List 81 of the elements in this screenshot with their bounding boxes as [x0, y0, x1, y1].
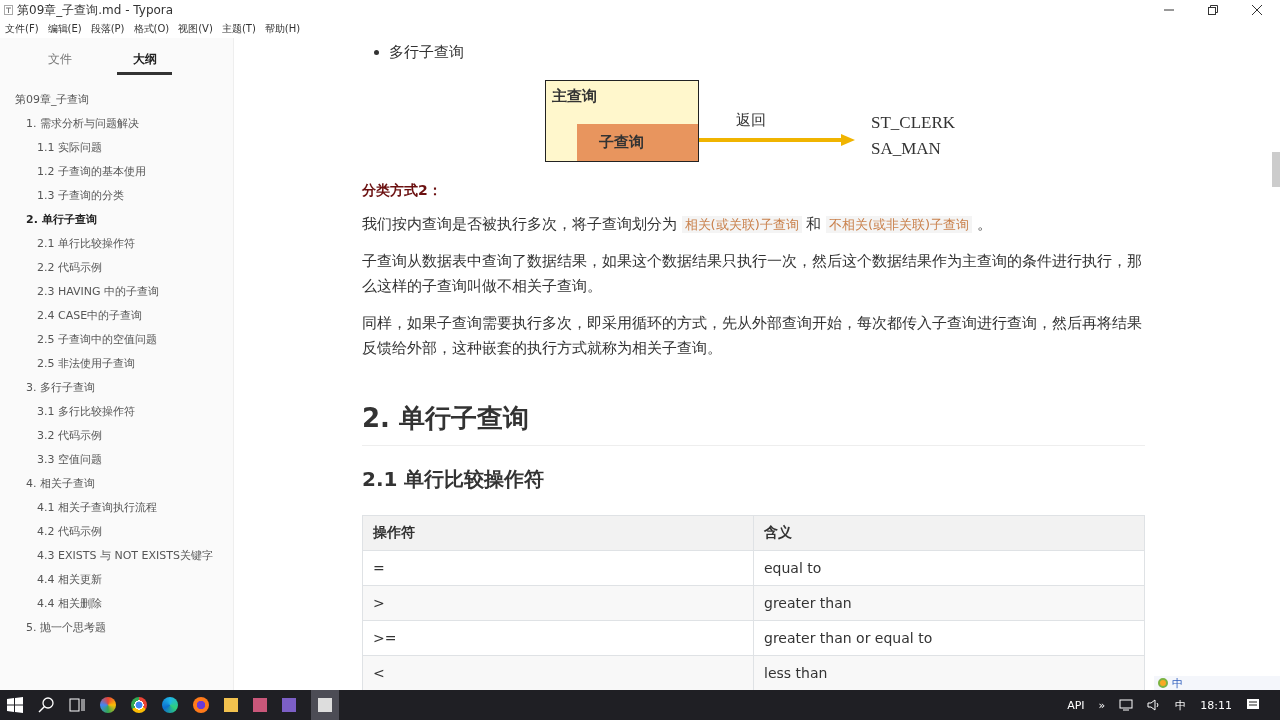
- result-label: ST_CLERK: [871, 112, 956, 134]
- task-view-icon[interactable]: [69, 698, 85, 712]
- table-cell: less than: [753, 655, 1145, 690]
- outline-item[interactable]: 4.1 相关子查询执行流程: [37, 499, 157, 515]
- outline-item[interactable]: 3. 多行子查询: [26, 379, 95, 395]
- search-icon[interactable]: [38, 697, 54, 713]
- table-cell: equal to: [753, 550, 1145, 586]
- app-icon: [4, 5, 13, 15]
- table-cell: >=: [362, 620, 754, 656]
- outline-item[interactable]: 2.1 单行比较操作符: [37, 235, 135, 251]
- list-item: 多行子查询: [389, 42, 464, 62]
- paragraph-text: 我们按内查询是否被执行多次，将子查询划分为: [362, 216, 678, 232]
- result-label: SA_MAN: [871, 138, 942, 160]
- menu-item[interactable]: 格式(O): [133, 22, 170, 36]
- browser-icon[interactable]: [131, 697, 147, 713]
- subheading: 2.1 单行比较操作符: [362, 466, 546, 493]
- browser-icon[interactable]: [193, 697, 209, 713]
- sidebar-tab[interactable]: 大纲: [117, 46, 172, 75]
- paragraph-text: 子查询从数据表中查询了数据结果，如果这个数据结果只执行一次，然后这个数据结果作为主查询的条件进行执行，那么这样的子查询叫做不相关子查询。: [362, 253, 1142, 294]
- volume-icon[interactable]: [1147, 699, 1162, 711]
- menu-item[interactable]: 帮助(H): [264, 22, 301, 36]
- table-header: 含义: [753, 515, 1145, 551]
- outline-item[interactable]: 3.3 空值问题: [37, 451, 102, 467]
- outline-item[interactable]: 4.4 相关更新: [37, 571, 102, 587]
- outline-item[interactable]: 2.5 非法使用子查询: [37, 355, 135, 371]
- outline-item[interactable]: 2.3 HAVING 中的子查询: [37, 283, 160, 299]
- outline-item[interactable]: 1.2 子查询的基本使用: [37, 163, 146, 179]
- outline-item[interactable]: 5. 抛一个思考题: [26, 619, 106, 635]
- tray-text[interactable]: »: [1098, 698, 1106, 712]
- outline-item[interactable]: 4. 相关子查询: [26, 475, 95, 491]
- table-cell: greater than or equal to: [753, 620, 1145, 656]
- browser-icon[interactable]: [162, 697, 178, 713]
- tray-text[interactable]: 中: [1175, 697, 1187, 713]
- outline-item[interactable]: 4.2 代码示例: [37, 523, 102, 539]
- outline-item[interactable]: 2.4 CASE中的子查询: [37, 307, 143, 323]
- notification-icon[interactable]: [1246, 698, 1260, 712]
- windows-icon[interactable]: [7, 697, 23, 713]
- tray-text[interactable]: API: [1067, 698, 1085, 712]
- scrollbar-thumb[interactable]: [1272, 152, 1280, 187]
- arrow-icon: [699, 134, 855, 146]
- table-header: 操作符: [362, 515, 754, 551]
- arrow-label: 返回: [736, 111, 767, 130]
- menu-item[interactable]: 主题(T): [221, 22, 256, 36]
- subquery-box: 子查询: [577, 124, 698, 161]
- outline-item[interactable]: 1.1 实际问题: [37, 139, 102, 155]
- table-cell: greater than: [753, 585, 1145, 621]
- table-cell: >: [362, 585, 754, 621]
- inline-code: 相关(或关联)子查询: [681, 216, 802, 233]
- bullet-icon: [374, 49, 379, 55]
- heading: 2. 单行子查询: [362, 402, 531, 435]
- typora-taskbar-button[interactable]: [311, 690, 339, 720]
- menu-item[interactable]: 视图(V): [178, 22, 213, 36]
- outline-item[interactable]: 3.1 多行比较操作符: [37, 403, 135, 419]
- paragraph-text: 同样，如果子查询需要执行多次，即采用循环的方式，先从外部查询开始，每次都传入子查询进行查询，然后再将结果反馈给外部，这种嵌套的执行方式就称为相关子查询。: [362, 315, 1142, 356]
- outline-item[interactable]: 1.3 子查询的分类: [37, 187, 124, 203]
- menu-item[interactable]: 文件(F): [5, 22, 39, 36]
- close-icon[interactable]: [1252, 5, 1262, 15]
- outline-item[interactable]: 2.2 代码示例: [37, 259, 102, 275]
- outline-item[interactable]: 2. 单行子查询: [26, 211, 97, 227]
- sidebar-tab[interactable]: 文件: [32, 46, 87, 78]
- menu-item[interactable]: 编辑(E): [47, 22, 82, 36]
- table-cell: =: [362, 550, 754, 586]
- outline-item[interactable]: 1. 需求分析与问题解决: [26, 115, 139, 131]
- browser-icon[interactable]: [100, 697, 116, 713]
- subheading: 分类方式2：: [362, 182, 443, 200]
- box-label: 主查询: [551, 86, 598, 107]
- paragraph-text: 。: [975, 216, 992, 232]
- network-icon[interactable]: [1119, 699, 1134, 711]
- inline-code: 不相关(或非关联)子查询: [826, 216, 973, 233]
- outline-item[interactable]: 4.3 EXISTS 与 NOT EXISTS关键字: [37, 547, 213, 563]
- restore-icon[interactable]: [1208, 5, 1218, 15]
- window-title: 第09章_子查询.md - Typora: [17, 1, 175, 19]
- table-cell: <: [362, 655, 754, 690]
- ime-toolbar[interactable]: 中: [1154, 676, 1280, 690]
- clock[interactable]: 18:11: [1200, 698, 1232, 712]
- paragraph-text: 和: [805, 216, 823, 232]
- outline-item[interactable]: 2.5 子查询中的空值问题: [37, 331, 157, 347]
- menu-item[interactable]: 段落(P): [90, 22, 125, 36]
- outline-item[interactable]: 3.2 代码示例: [37, 427, 102, 443]
- outline-item[interactable]: 第09章_子查询: [15, 91, 90, 107]
- outline-item[interactable]: 4.4 相关删除: [37, 595, 102, 611]
